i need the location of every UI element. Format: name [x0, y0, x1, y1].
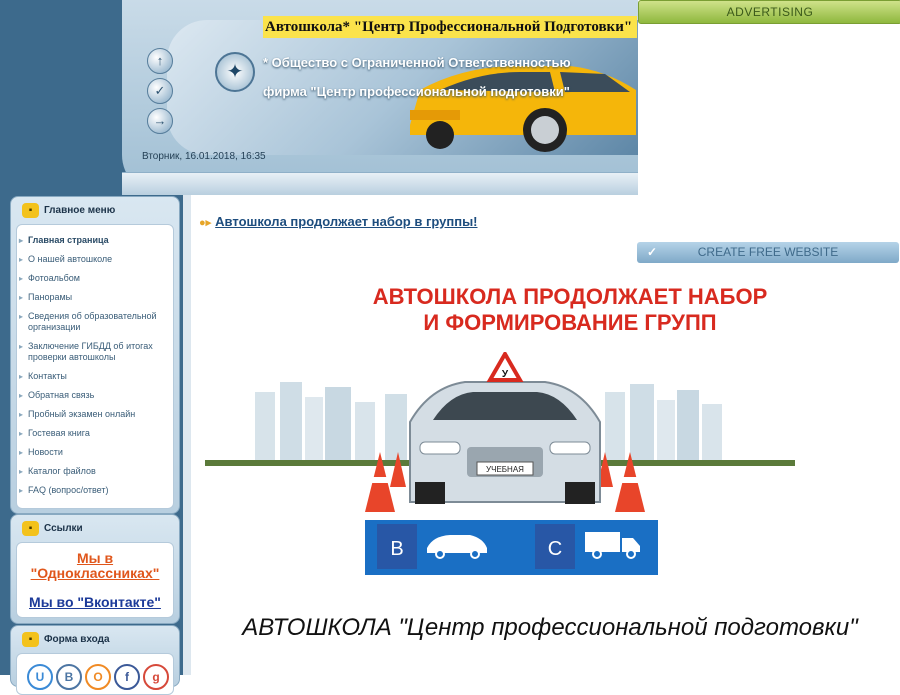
login-panel: ▪ Форма входа UВOfg: [10, 625, 180, 695]
menu-item-files[interactable]: Каталог файлов: [17, 466, 173, 477]
main-menu-title-text: Главное меню: [44, 205, 116, 216]
links-panel: ▪ Ссылки Мы в "Одноклассниках" Мы во "Вк…: [10, 514, 180, 624]
menu-item-guestbook[interactable]: Гостевая книга: [17, 428, 173, 439]
vk-icon[interactable]: В: [56, 664, 82, 690]
login-title-text: Форма входа: [44, 634, 110, 645]
promo-title-line-1: АВТОШКОЛА ПРОДОЛЖАЕТ НАБОР: [372, 284, 768, 309]
main-menu-panel: ▪ Главное меню Главная страница О нашей …: [10, 196, 180, 514]
organization-name: * Общество с Ограниченной Ответственност…: [263, 48, 635, 106]
breadcrumb: ●▸ Автошкола продолжает набор в группы!: [199, 214, 478, 229]
facebook-icon[interactable]: f: [114, 664, 140, 690]
vkontakte-link[interactable]: Мы во "Вконтакте": [17, 594, 173, 610]
site-title[interactable]: Автошкола* "Центр Профессиональной Подго…: [263, 16, 637, 38]
organization-line-2: фирма "Центр профессиональной подготовки…: [263, 84, 570, 99]
main-menu-body: Главная страница О нашей автошколе Фотоа…: [16, 224, 174, 509]
main-menu-title: ▪ Главное меню: [11, 197, 179, 224]
car-plate-text: УЧЕБНАЯ: [486, 465, 524, 474]
menu-item-panoramas[interactable]: Панорамы: [17, 292, 173, 303]
compass-logo-icon: ✦: [215, 52, 255, 92]
login-icon[interactable]: →: [147, 108, 173, 134]
check-icon: ✓: [647, 245, 658, 259]
footer-title: АВТОШКОЛА "Центр профессиональной подгот…: [242, 614, 858, 641]
sign-letter: У: [502, 369, 509, 380]
breadcrumb-link[interactable]: Автошкола продолжает набор в группы!: [215, 214, 477, 229]
menu-item-news[interactable]: Новости: [17, 447, 173, 458]
organization-line-1: * Общество с Ограниченной Ответственност…: [263, 55, 571, 70]
taxi-badge-icon: ▪: [22, 203, 39, 218]
odnoklassniki-icon[interactable]: O: [85, 664, 111, 690]
menu-item-photoalbum[interactable]: Фотоальбом: [17, 273, 173, 284]
menu-item-home[interactable]: Главная страница: [17, 235, 173, 246]
current-datetime: Вторник, 16.01.2018, 16:35: [142, 151, 266, 162]
create-website-label: CREATE FREE WEBSITE: [697, 245, 839, 259]
login-body: UВOfg: [16, 653, 174, 695]
google-icon[interactable]: g: [143, 664, 169, 690]
taxi-badge-icon: ▪: [22, 632, 39, 647]
create-free-website-button[interactable]: ✓ CREATE FREE WEBSITE: [637, 242, 899, 263]
menu-item-trial-exam[interactable]: Пробный экзамен онлайн: [17, 409, 173, 420]
header-bottom-bar: [122, 172, 642, 195]
links-title: ▪ Ссылки: [11, 515, 179, 542]
promo-title: АВТОШКОЛА ПРОДОЛЖАЕТ НАБОР И ФОРМИРОВАНИ…: [300, 284, 840, 336]
odnoklassniki-link[interactable]: Мы в "Одноклассниках": [17, 551, 173, 581]
category-c-label: C: [548, 538, 562, 560]
content-divider: [183, 195, 191, 675]
advertising-area: [638, 0, 900, 200]
ucoz-icon[interactable]: U: [27, 664, 53, 690]
menu-item-faq[interactable]: FAQ (вопрос/ответ): [17, 485, 173, 496]
login-title: ▪ Форма входа: [11, 626, 179, 653]
arrow-right-icon: ●▸: [199, 217, 212, 229]
menu-item-edu-info[interactable]: Сведения об образовательной организации: [17, 311, 173, 333]
menu-item-feedback[interactable]: Обратная связь: [17, 390, 173, 401]
main-menu-list: Главная страница О нашей автошколе Фотоа…: [17, 225, 173, 496]
promo-title-line-2: И ФОРМИРОВАНИЕ ГРУПП: [423, 310, 717, 335]
taxi-badge-icon: ▪: [22, 521, 39, 536]
check-icon[interactable]: ✓: [147, 78, 173, 104]
menu-item-contacts[interactable]: Контакты: [17, 371, 173, 382]
social-login-icons: UВOfg: [27, 664, 172, 690]
links-title-text: Ссылки: [44, 523, 83, 534]
menu-item-gibdd[interactable]: Заключение ГИБДД об итогах проверки авто…: [17, 341, 173, 363]
up-arrow-icon[interactable]: ↑: [147, 48, 173, 74]
driving-school-illustration: УЧЕБНАЯ У B C: [205, 352, 795, 575]
links-body: Мы в "Одноклассниках" Мы во "Вконтакте": [16, 542, 174, 618]
category-b-label: B: [390, 538, 403, 560]
advertising-button[interactable]: ADVERTISING: [638, 0, 900, 24]
menu-item-about[interactable]: О нашей автошколе: [17, 254, 173, 265]
